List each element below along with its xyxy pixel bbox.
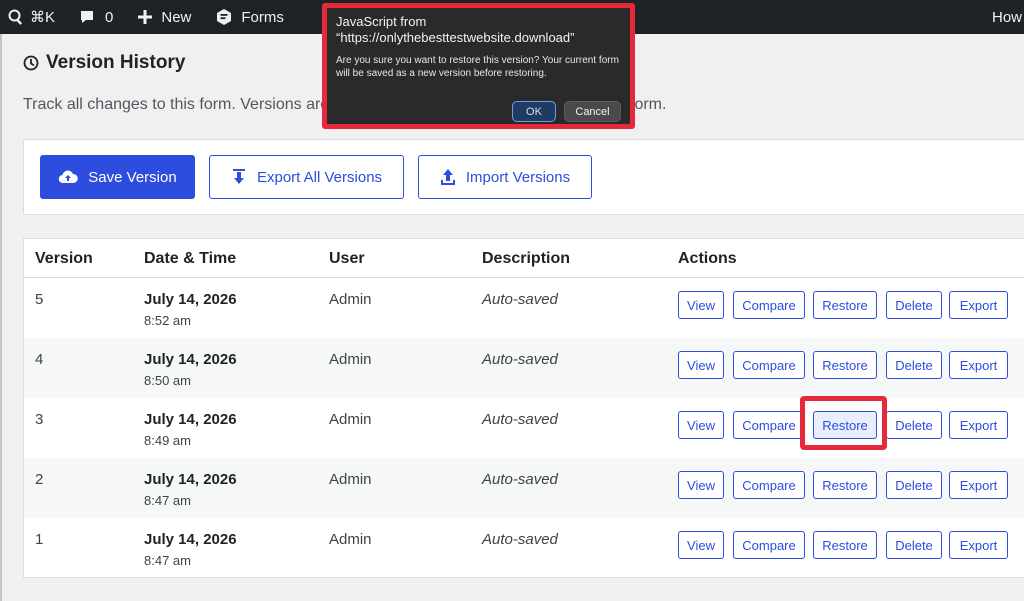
delete-button[interactable]: Delete <box>886 411 942 439</box>
view-button[interactable]: View <box>678 471 724 499</box>
restore-button[interactable]: Restore <box>813 291 877 319</box>
row-description: Auto-saved <box>482 291 558 308</box>
delete-button[interactable]: Delete <box>886 351 942 379</box>
view-button[interactable]: View <box>678 291 724 319</box>
row-user: Admin <box>329 291 372 308</box>
search-icon <box>8 9 23 25</box>
table-row: 2 July 14, 2026 8:47 am Admin Auto-saved… <box>24 458 1024 518</box>
page-title-text: Version History <box>46 52 186 73</box>
save-version-label: Save Version <box>88 168 177 186</box>
comments-link[interactable]: 0 <box>71 0 121 34</box>
restore-button[interactable]: Restore <box>813 471 877 499</box>
compare-button[interactable]: Compare <box>733 411 805 439</box>
forms-label: Forms <box>241 8 284 26</box>
row-time: 8:47 am <box>144 493 191 508</box>
comment-icon <box>81 11 94 23</box>
row-description: Auto-saved <box>482 531 558 548</box>
compare-button[interactable]: Compare <box>733 291 805 319</box>
page-description-end: form. <box>630 96 667 113</box>
row-date: July 14, 2026 <box>144 411 237 428</box>
delete-button[interactable]: Delete <box>886 291 942 319</box>
header-actions: Actions <box>678 250 737 267</box>
js-confirm-dialog: JavaScript from “https://onlythebesttest… <box>322 3 635 129</box>
row-version: 2 <box>35 471 44 488</box>
search-shortcut: ⌘K <box>30 9 56 26</box>
clock-icon <box>23 55 39 71</box>
row-version: 4 <box>35 351 44 368</box>
row-user: Admin <box>329 531 372 548</box>
page-title: Version History <box>23 52 185 74</box>
dialog-cancel-button[interactable]: Cancel <box>564 101 621 122</box>
row-date: July 14, 2026 <box>144 351 237 368</box>
table-row: 5 July 14, 2026 8:52 am Admin Auto-saved… <box>24 278 1024 338</box>
view-button[interactable]: View <box>678 531 724 559</box>
dialog-title-line1: JavaScript from <box>336 14 427 29</box>
header-user: User <box>329 250 365 267</box>
export-all-label: Export All Versions <box>256 168 383 186</box>
table-row: 4 July 14, 2026 8:50 am Admin Auto-saved… <box>24 338 1024 398</box>
row-description: Auto-saved <box>482 351 558 368</box>
row-description: Auto-saved <box>482 471 558 488</box>
account-greeting: How <box>991 8 1022 26</box>
restore-button[interactable]: Restore <box>813 351 877 379</box>
dialog-ok-button[interactable]: OK <box>512 101 556 122</box>
view-button[interactable]: View <box>678 411 724 439</box>
export-button[interactable]: Export <box>949 411 1008 439</box>
account-link[interactable]: How <box>992 0 1024 34</box>
forms-logo-icon <box>217 9 232 25</box>
cloud-upload-icon <box>59 170 79 184</box>
row-time: 8:49 am <box>144 433 191 448</box>
version-toolbar: Save Version Export All Versions Import … <box>23 139 1024 215</box>
new-label: New <box>161 8 192 26</box>
row-date: July 14, 2026 <box>144 471 237 488</box>
row-time: 8:47 am <box>144 553 191 568</box>
header-datetime: Date & Time <box>144 250 237 267</box>
export-button[interactable]: Export <box>949 531 1008 559</box>
plus-icon <box>138 10 153 24</box>
restore-highlight-frame <box>800 396 887 450</box>
row-user: Admin <box>329 411 372 428</box>
admin-menu-edge <box>0 34 2 601</box>
comments-count: 0 <box>105 8 114 26</box>
view-button[interactable]: View <box>678 351 724 379</box>
row-time: 8:50 am <box>144 373 191 388</box>
restore-button[interactable]: Restore <box>813 531 877 559</box>
new-content-link[interactable]: New <box>129 0 199 34</box>
compare-button[interactable]: Compare <box>733 351 805 379</box>
download-icon <box>232 169 245 184</box>
forms-link[interactable]: Forms <box>207 0 292 34</box>
export-button[interactable]: Export <box>949 291 1008 319</box>
compare-button[interactable]: Compare <box>733 471 805 499</box>
command-search[interactable]: ⌘K <box>0 0 63 34</box>
row-version: 5 <box>35 291 44 308</box>
dialog-message: Are you sure you want to restore this ve… <box>336 55 619 79</box>
delete-button[interactable]: Delete <box>886 531 942 559</box>
save-version-button[interactable]: Save Version <box>40 155 195 199</box>
row-user: Admin <box>329 351 372 368</box>
export-button[interactable]: Export <box>949 351 1008 379</box>
export-all-versions-button[interactable]: Export All Versions <box>209 155 404 199</box>
dialog-title: JavaScript from “https://onlythebesttest… <box>336 14 626 46</box>
row-date: July 14, 2026 <box>144 531 237 548</box>
row-version: 3 <box>35 411 44 428</box>
row-time: 8:52 am <box>144 313 191 328</box>
row-date: July 14, 2026 <box>144 291 237 308</box>
header-version: Version <box>35 250 93 267</box>
upload-icon <box>440 169 455 185</box>
row-description: Auto-saved <box>482 411 558 428</box>
delete-button[interactable]: Delete <box>886 471 942 499</box>
row-version: 1 <box>35 531 44 548</box>
export-button[interactable]: Export <box>949 471 1008 499</box>
row-user: Admin <box>329 471 372 488</box>
import-versions-label: Import Versions <box>465 168 571 186</box>
header-description: Description <box>482 250 571 267</box>
dialog-title-line2: “https://onlythebesttestwebsite.download… <box>336 30 575 45</box>
import-versions-button[interactable]: Import Versions <box>418 155 592 199</box>
table-header: Version Date & Time User Description Act… <box>24 239 1024 278</box>
table-row: 1 July 14, 2026 8:47 am Admin Auto-saved… <box>24 518 1024 578</box>
compare-button[interactable]: Compare <box>733 531 805 559</box>
